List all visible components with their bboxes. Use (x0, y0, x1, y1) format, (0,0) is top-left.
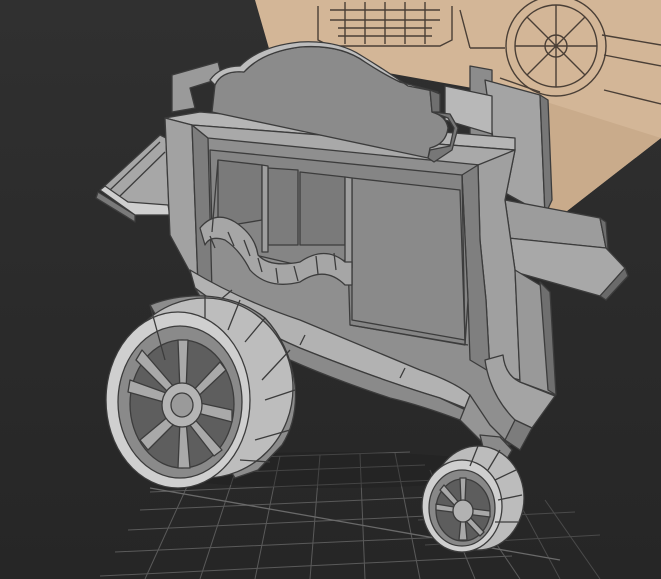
3d-viewport[interactable] (0, 0, 661, 579)
viewport-scene[interactable] (0, 0, 661, 579)
